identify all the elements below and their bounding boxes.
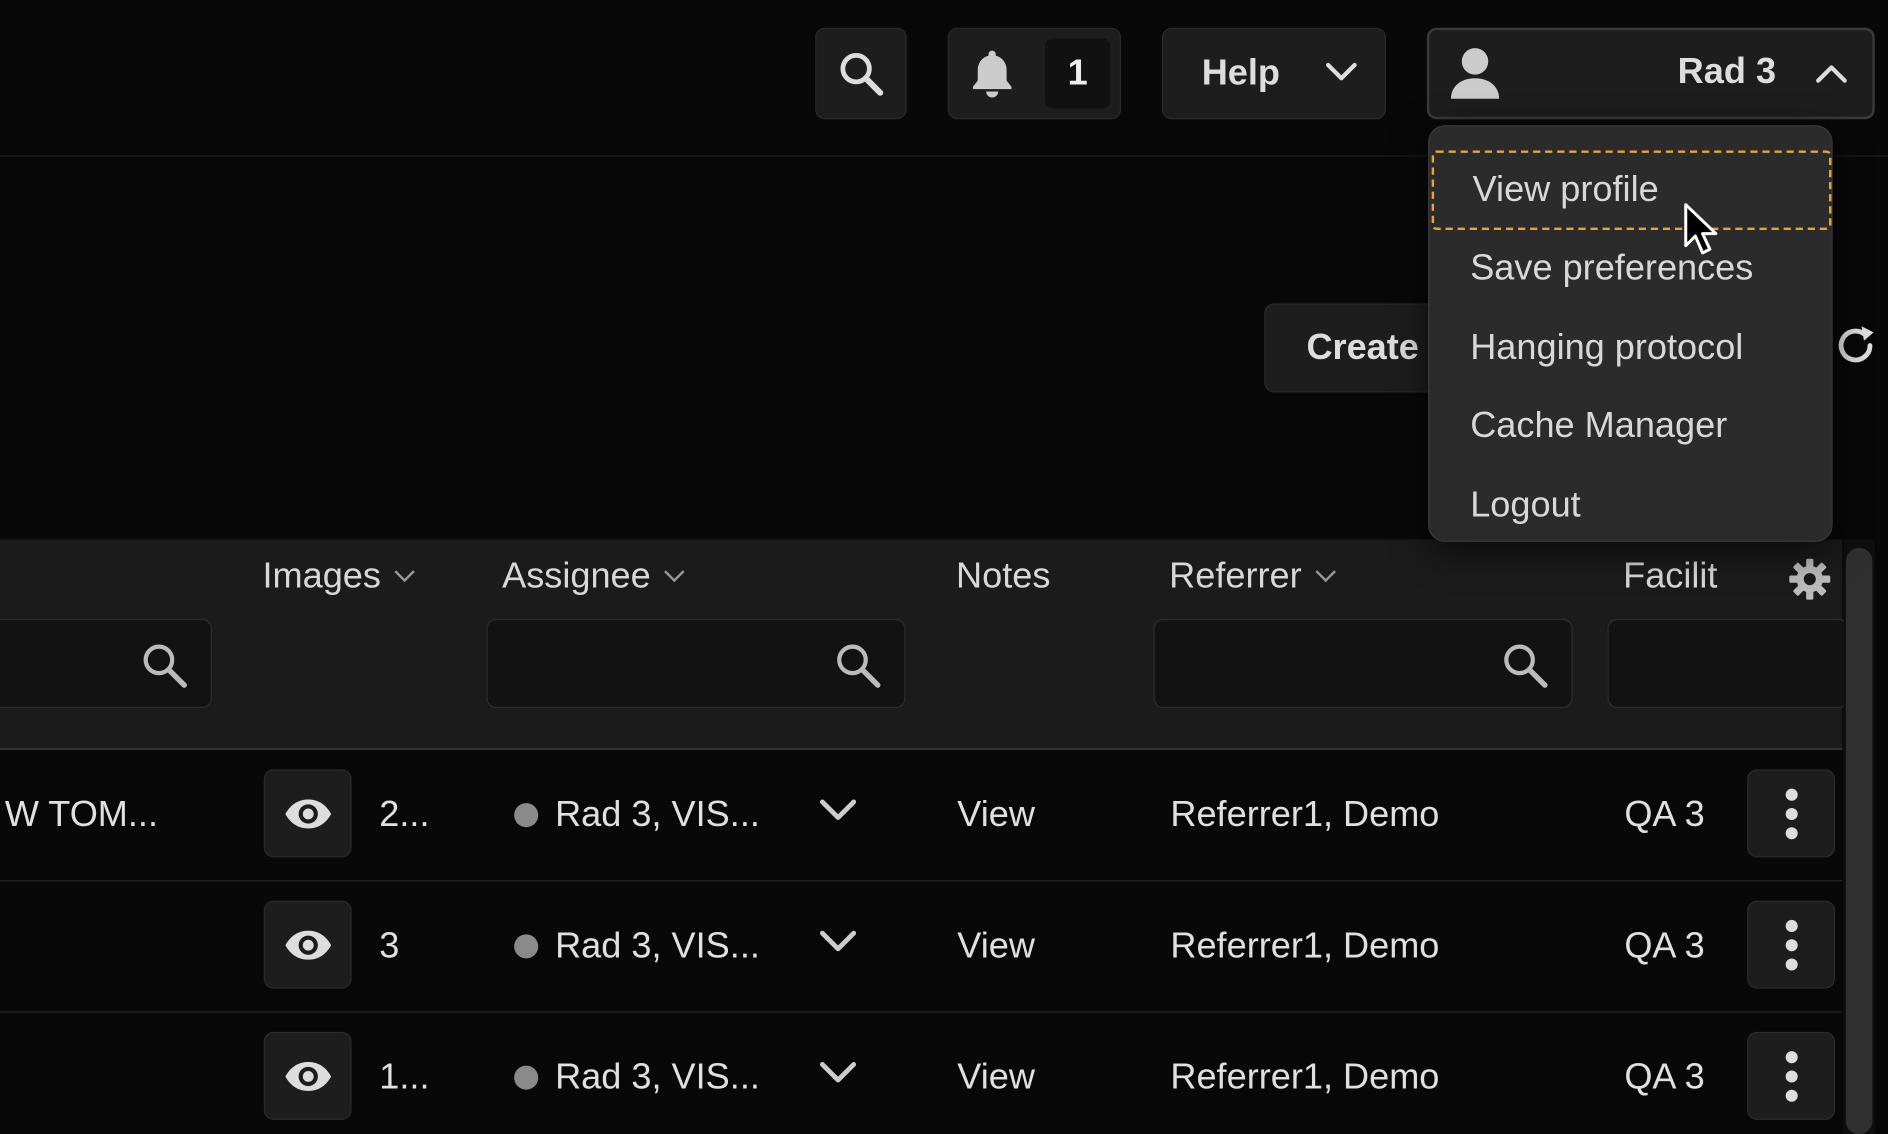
referrer-cell: Referrer1, Demo [1170, 794, 1440, 835]
app-viewport: 1 Help Rad 3 Create Images Assignee Note… [0, 0, 1888, 1134]
user-menu-button[interactable]: Rad 3 [1426, 27, 1875, 120]
images-count: 1... [379, 1057, 430, 1097]
chevron-down-icon [1326, 62, 1357, 81]
chevron-up-icon [1816, 65, 1847, 83]
preview-button[interactable] [263, 769, 352, 858]
assignee-filter-input[interactable] [486, 618, 906, 709]
referrer-filter-input[interactable] [1153, 618, 1573, 709]
study-cell: W TOM... [4, 794, 159, 835]
eye-icon [284, 798, 331, 828]
notification-count-badge: 1 [1045, 38, 1111, 109]
refresh-icon[interactable] [1833, 323, 1879, 369]
chevron-down-icon[interactable] [819, 927, 858, 956]
notes-link[interactable]: View [957, 750, 1035, 880]
column-header-notes: Notes [956, 556, 1050, 597]
user-dropdown-menu: View profile Save preferences Hanging pr… [1428, 125, 1833, 542]
menu-item-view-profile[interactable]: View profile [1431, 150, 1832, 230]
column-header-images[interactable]: Images [262, 556, 416, 597]
search-icon [1504, 644, 1548, 688]
table-row[interactable]: 3 Rad 3, VIS... View Referrer1, Demo QA … [0, 881, 1843, 1013]
column-header-assignee[interactable]: Assignee [502, 556, 686, 597]
referrer-cell: Referrer1, Demo [1170, 925, 1440, 966]
create-label: Create [1306, 327, 1419, 368]
column-header-label: Referrer [1169, 556, 1302, 597]
assignee-cell: Rad 3, VIS... [514, 750, 760, 880]
preview-button[interactable] [263, 1031, 352, 1120]
preview-button[interactable] [263, 900, 352, 989]
menu-item-save-preferences[interactable]: Save preferences [1429, 229, 1834, 308]
row-actions-button[interactable] [1747, 769, 1836, 858]
sort-chevron-icon [664, 561, 686, 583]
column-header-facility[interactable]: Facilit [1623, 556, 1739, 597]
chevron-down-icon[interactable] [819, 1058, 858, 1087]
more-vertical-icon [1785, 1050, 1798, 1102]
table-row[interactable]: 1... Rad 3, VIS... View Referrer1, Demo … [0, 1012, 1843, 1134]
facility-filter-input[interactable] [1607, 618, 1849, 709]
images-count: 2... [379, 794, 430, 835]
assignee-name: Rad 3, VIS... [555, 925, 760, 966]
table-row[interactable]: W TOM... 2... Rad 3, VIS... View Referre… [0, 750, 1843, 882]
more-vertical-icon [1785, 919, 1798, 970]
more-vertical-icon [1785, 788, 1798, 839]
search-icon [840, 52, 884, 96]
help-label: Help [1201, 52, 1280, 93]
sort-chevron-icon [1315, 561, 1336, 583]
notes-link[interactable]: View [957, 1013, 1035, 1134]
search-icon [143, 644, 187, 688]
menu-item-hanging-protocol[interactable]: Hanging protocol [1429, 308, 1834, 387]
help-button[interactable]: Help [1161, 27, 1386, 120]
assignee-name: Rad 3, VIS... [555, 794, 760, 835]
status-dot [514, 803, 539, 828]
mouse-cursor-icon [1684, 203, 1718, 255]
study-filter-input[interactable] [0, 618, 212, 709]
row-actions-button[interactable] [1747, 1031, 1836, 1120]
column-header-label: Images [262, 556, 381, 597]
facility-cell: QA 3 [1624, 794, 1705, 835]
images-count: 3 [379, 925, 400, 966]
status-dot [514, 1065, 539, 1090]
eye-icon [284, 930, 331, 960]
global-search-button[interactable] [815, 27, 907, 120]
user-icon [1450, 48, 1500, 99]
facility-cell: QA 3 [1624, 1057, 1705, 1097]
menu-item-cache-manager[interactable]: Cache Manager [1429, 387, 1834, 466]
user-name: Rad 3 [1677, 51, 1777, 92]
column-header-label: Notes [956, 556, 1051, 597]
referrer-cell: Referrer1, Demo [1170, 1057, 1440, 1097]
table-scrollbar-thumb[interactable] [1845, 547, 1873, 1134]
status-dot [514, 934, 539, 959]
assignee-cell: Rad 3, VIS... [514, 1013, 760, 1134]
column-header-label: Facilit [1623, 556, 1718, 597]
assignee-name: Rad 3, VIS... [555, 1057, 760, 1097]
gear-icon[interactable] [1788, 557, 1831, 600]
facility-cell: QA 3 [1624, 925, 1705, 966]
search-icon [837, 644, 881, 688]
notifications-button[interactable]: 1 [947, 27, 1122, 120]
assignee-cell: Rad 3, VIS... [514, 881, 760, 1011]
bell-icon [972, 50, 1012, 98]
menu-item-logout[interactable]: Logout [1429, 466, 1834, 545]
sort-chevron-icon [394, 561, 416, 583]
row-actions-button[interactable] [1747, 900, 1836, 989]
column-header-referrer[interactable]: Referrer [1169, 556, 1336, 597]
notes-link[interactable]: View [957, 881, 1035, 1011]
chevron-down-icon[interactable] [819, 796, 858, 825]
column-header-label: Assignee [502, 556, 651, 597]
eye-icon [284, 1061, 331, 1091]
